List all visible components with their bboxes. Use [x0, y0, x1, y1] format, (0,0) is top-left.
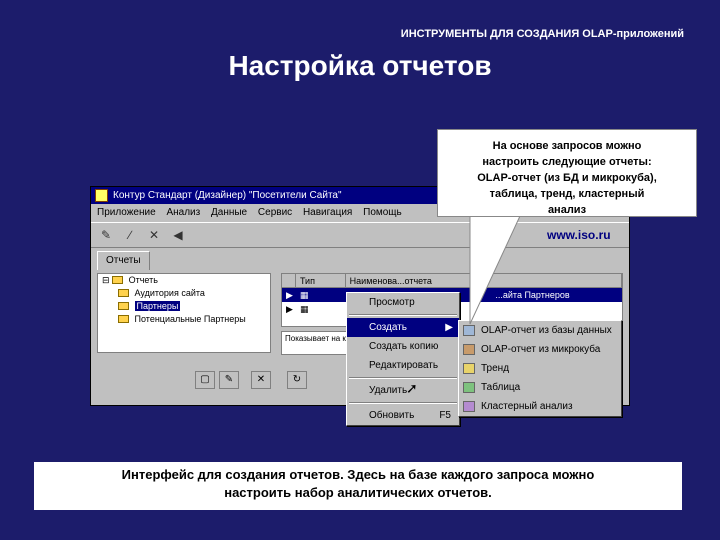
- callout-line: OLAP-отчет (из БД и микрокуба),: [477, 172, 657, 184]
- callout-line: таблица, тренд, кластерный: [489, 188, 645, 200]
- slide-caption: Интерфейс для создания отчетов. Здесь на…: [34, 462, 682, 510]
- callout-pointer: [469, 215, 521, 325]
- callout-line: анализ: [547, 204, 587, 216]
- callout-line: На основе запросов можно: [492, 140, 642, 152]
- site-link[interactable]: www.iso.ru: [547, 228, 611, 242]
- callout-note: На основе запросов можно настроить следу…: [437, 129, 697, 217]
- caption-line: Интерфейс для создания отчетов. Здесь на…: [121, 467, 595, 482]
- caption-line: настроить набор аналитических отчетов.: [224, 485, 492, 500]
- callout-line: настроить следующие отчеты:: [482, 156, 652, 168]
